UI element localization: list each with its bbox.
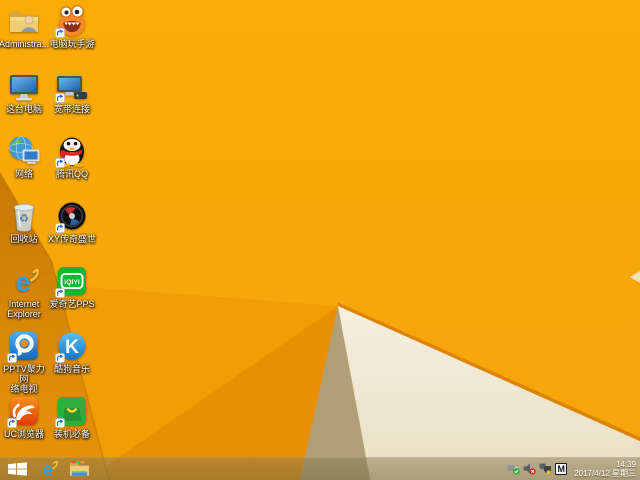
shortcut-arrow-icon [7,353,17,363]
svg-text:e: e [15,267,30,297]
desktop-icon-broadband-connection[interactable]: 宽带连接 [48,70,96,135]
usb-safely-remove-icon[interactable] [507,462,520,475]
icon-label: Internet Explorer [7,299,41,319]
kugou-icon: K [55,330,88,363]
pptv-icon [7,330,40,363]
desktop-icon-recycle-bin[interactable]: ♻ 回收站 [0,200,48,265]
shortcut-arrow-icon [55,288,65,298]
taskbar: e M 14:39 2017/4/12 星期三 [0,457,640,480]
desktop-icon-grid: Administra... 电脑玩手游 这台电脑 宽带连接 网络 腾讯QQ ♻ … [0,5,96,460]
network-globe-icon [8,135,40,167]
icon-label: UC浏览器 [4,429,44,439]
windows-logo-icon [7,461,27,476]
icon-label: 回收站 [10,234,38,244]
desktop-icon-essential-software[interactable]: 装机必备 [48,395,96,460]
icon-label: 爱奇艺PPS [49,299,95,309]
icon-label: 网络 [14,169,33,179]
clock-date: 2017/4/12 星期三 [574,468,636,478]
desktop-icon-uc-browser[interactable]: UC浏览器 [0,395,48,460]
shortcut-arrow-icon [55,418,65,428]
svg-text:K: K [65,337,79,358]
computer-icon [8,70,40,102]
clock-time: 14:39 [615,459,636,469]
icon-label: XY传奇盛世 [48,234,97,244]
svg-text:e: e [43,460,52,479]
internet-explorer-icon: e [43,460,58,479]
svg-text:iQIYI: iQIYI [64,279,80,286]
taskbar-file-explorer-button[interactable] [64,457,94,480]
file-explorer-icon [69,460,89,476]
desktop-icon-iqiyi-pps[interactable]: iQIYI 爱奇艺PPS [48,265,96,330]
start-button[interactable] [0,457,34,480]
shortcut-arrow-icon [55,223,65,233]
user-folder-icon [8,5,40,37]
monster-game-icon [55,5,88,38]
taskbar-internet-explorer-button[interactable]: e [34,457,64,480]
qq-penguin-icon [55,135,88,168]
desktop-icon-network[interactable]: 网络 [0,135,48,200]
svg-text:♻: ♻ [19,213,29,225]
system-tray: M 14:39 2017/4/12 星期三 [507,457,640,480]
shortcut-arrow-icon [55,28,65,38]
icon-label: Administra... [0,39,50,49]
shortcut-arrow-icon [55,158,65,168]
uc-browser-icon [7,395,40,428]
desktop-icon-tencent-qq[interactable]: 腾讯QQ [48,135,96,200]
desktop-icon-xy-legend-game[interactable]: XY传奇盛世 [48,200,96,265]
ime-language-indicator[interactable]: M [555,462,568,475]
internet-explorer-icon: e [8,265,40,297]
desktop-icon-internet-explorer[interactable]: e Internet Explorer [0,265,48,330]
shortcut-arrow-icon [55,353,65,363]
icon-label: 这台电脑 [5,104,42,114]
recycle-bin-icon: ♻ [8,200,40,232]
desktop-icon-pptv[interactable]: PPTV聚力 网 络电视 [0,330,48,395]
shortcut-arrow-icon [55,93,65,103]
game-emblem-icon [55,200,88,233]
volume-muted-icon[interactable] [523,462,536,475]
network-status-icon[interactable] [539,462,552,475]
desktop-icon-kugou-music[interactable]: K 酷狗音乐 [48,330,96,395]
icon-label: 腾讯QQ [55,169,88,179]
icon-label: 宽带连接 [53,104,90,114]
icon-label: 装机必备 [53,429,90,439]
iqiyi-icon: iQIYI [55,265,88,298]
desktop-icon-administrator-folder[interactable]: Administra... [0,5,50,70]
desktop-icon-this-pc[interactable]: 这台电脑 [0,70,48,135]
desktop-icon-pc-play-mobile-games[interactable]: 电脑玩手游 [48,5,96,70]
broadband-icon [55,70,88,103]
icon-label: PPTV聚力 网 络电视 [3,364,45,394]
software-bag-icon [55,395,88,428]
taskbar-clock[interactable]: 14:39 2017/4/12 星期三 [574,460,636,478]
shortcut-arrow-icon [7,418,17,428]
icon-label: 酷狗音乐 [53,364,90,374]
icon-label: 电脑玩手游 [49,39,95,49]
